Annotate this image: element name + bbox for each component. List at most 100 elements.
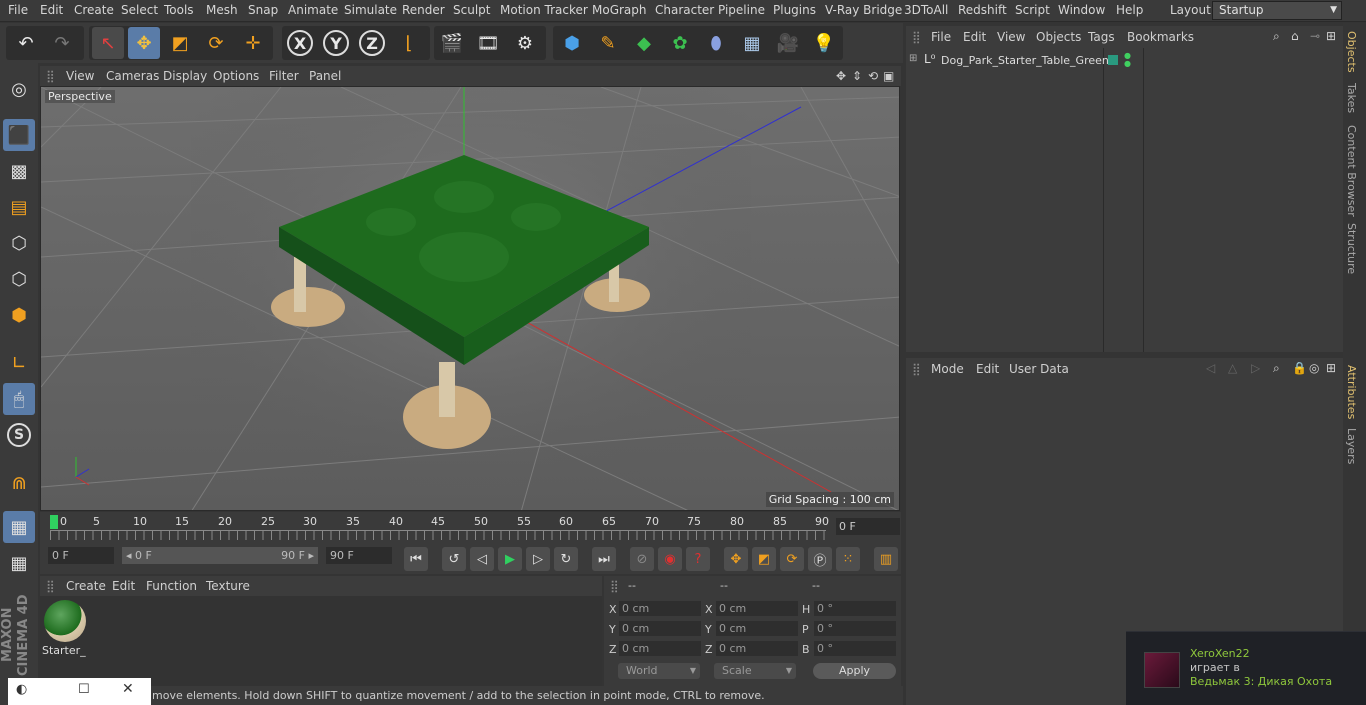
size-y-field[interactable]: 0 cm [716, 621, 798, 636]
rotation-p-field[interactable]: 0 ° [814, 621, 896, 636]
move-last-icon[interactable]: ✛ [237, 27, 269, 59]
floor-icon[interactable]: ▦ [736, 27, 768, 59]
menu-character[interactable]: Character [655, 3, 714, 17]
menu-plugins[interactable]: Plugins [773, 3, 816, 17]
menu-tools[interactable]: Tools [164, 3, 194, 17]
layer-color-swatch[interactable] [1108, 55, 1118, 65]
select-icon[interactable]: ↖ [92, 27, 124, 59]
deformer-icon[interactable]: ⬮ [700, 27, 732, 59]
menu-select[interactable]: Select [121, 3, 158, 17]
menu-file[interactable]: File [8, 3, 28, 17]
snap-grid-icon[interactable]: ▦ [3, 511, 35, 543]
menu-3dtoall[interactable]: 3DToAll [904, 3, 948, 17]
position-y-field[interactable]: 0 cm [619, 621, 701, 636]
texture-mode-icon[interactable]: ▩ [3, 155, 35, 187]
key-scale-icon[interactable]: ◩ [752, 547, 776, 571]
cube-icon[interactable]: ⬢ [556, 27, 588, 59]
mat-menu-function[interactable]: Function [146, 579, 197, 593]
tab-takes[interactable]: Takes [1345, 83, 1358, 113]
om-menu-edit[interactable]: Edit [963, 30, 986, 44]
subdivision-icon[interactable]: ◆ [628, 27, 660, 59]
tweak-mode-icon[interactable]: 🖱 [3, 383, 35, 415]
prev-key-icon[interactable]: ↺ [442, 547, 466, 571]
move-icon[interactable]: ✥ [128, 27, 160, 59]
am-menu-mode[interactable]: Mode [931, 362, 964, 376]
undo-icon[interactable]: ↶ [10, 27, 42, 59]
tab-layers[interactable]: Layers [1345, 428, 1358, 464]
menu-redshift[interactable]: Redshift [958, 3, 1007, 17]
vp-menu-panel[interactable]: Panel [309, 69, 341, 83]
key-parameter-icon[interactable]: Ⓟ [808, 547, 832, 571]
key-rotation-icon[interactable]: ⟳ [780, 547, 804, 571]
goto-start-icon[interactable]: ⏮ [404, 547, 428, 571]
model-mode-icon[interactable]: ⬛ [3, 119, 35, 151]
back-icon[interactable]: ⊸ [1310, 29, 1320, 43]
render-view-icon[interactable]: 🎬 [436, 27, 468, 59]
keyframe-selection-icon[interactable]: ? [686, 547, 710, 571]
tab-attributes[interactable]: Attributes [1345, 365, 1358, 419]
menu-pipeline[interactable]: Pipeline [718, 3, 765, 17]
end-frame-field[interactable]: 90 F [326, 547, 392, 564]
am-menu-user-data[interactable]: User Data [1009, 362, 1069, 376]
vp-menu-filter[interactable]: Filter [269, 69, 299, 83]
steam-notification[interactable]: XeroXen22 играет в Ведьмак 3: Дикая Охот… [1126, 631, 1366, 705]
current-frame-field[interactable]: 0 F [836, 518, 900, 535]
playhead[interactable] [50, 515, 58, 529]
menu-script[interactable]: Script [1015, 3, 1050, 17]
forward-arrow-icon[interactable]: ▷ [1251, 361, 1260, 375]
start-frame-field[interactable]: 0 F [48, 547, 114, 564]
object-name[interactable]: Dog_Park_Starter_Table_Green [941, 54, 1109, 67]
menu-window[interactable]: Window [1058, 3, 1105, 17]
new-panel-icon[interactable]: ⊞ [1326, 29, 1336, 43]
cloner-icon[interactable]: ✿ [664, 27, 696, 59]
polygons-mode-icon[interactable]: ⬢ [3, 299, 35, 331]
tab-structure[interactable]: Structure [1345, 223, 1358, 274]
menu-snap[interactable]: Snap [248, 3, 278, 17]
om-menu-tags[interactable]: Tags [1088, 30, 1115, 44]
rotation-h-field[interactable]: 0 ° [814, 601, 896, 616]
world-coords-icon[interactable]: ⌊ [393, 27, 425, 59]
light-icon[interactable]: 💡 [808, 27, 840, 59]
maximize-view-icon[interactable]: ▣ [883, 69, 894, 83]
om-menu-bookmarks[interactable]: Bookmarks [1127, 30, 1194, 44]
am-menu-edit[interactable]: Edit [976, 362, 999, 376]
menu-mograph[interactable]: MoGraph [592, 3, 647, 17]
orbit-icon[interactable]: ⟲ [868, 69, 878, 83]
record-keys-icon[interactable]: ⊘ [630, 547, 654, 571]
autokey-icon[interactable]: ◉ [658, 547, 682, 571]
tab-objects[interactable]: Objects [1345, 31, 1358, 73]
goto-end-icon[interactable]: ⏭ [592, 547, 616, 571]
layout-dropdown[interactable]: Startup ▼ [1212, 1, 1342, 20]
camera-icon[interactable]: 🎥 [772, 27, 804, 59]
prev-frame-icon[interactable]: ◁ [470, 547, 494, 571]
menu-vray-bridge[interactable]: V-Ray Bridge [825, 3, 902, 17]
x-axis-icon[interactable]: X [284, 27, 316, 59]
size-z-field[interactable]: 0 cm [716, 641, 798, 656]
menu-render[interactable]: Render [402, 3, 445, 17]
search-icon[interactable]: ⌕ [1273, 29, 1280, 44]
next-frame-icon[interactable]: ▷ [526, 547, 550, 571]
pen-icon[interactable]: ✎ [592, 27, 624, 59]
mat-menu-create[interactable]: Create [66, 579, 106, 593]
close-icon[interactable]: ✕ [122, 681, 134, 697]
visibility-dots-icon[interactable]: ● ● [1124, 52, 1131, 68]
object-row[interactable]: ⊞ L⁰ Dog_Park_Starter_Table_Green ● ● [906, 50, 1343, 72]
menu-create[interactable]: Create [74, 3, 114, 17]
om-menu-objects[interactable]: Objects [1036, 30, 1081, 44]
y-axis-icon[interactable]: Y [320, 27, 352, 59]
material-preview[interactable] [44, 600, 86, 642]
edges-mode-icon[interactable]: ⬡ [3, 263, 35, 295]
render-settings-icon[interactable]: ⚙ [509, 27, 541, 59]
rotate-icon[interactable]: ⟳ [200, 27, 232, 59]
menu-sculpt[interactable]: Sculpt [453, 3, 490, 17]
new-panel-icon[interactable]: ⊞ [1326, 361, 1336, 375]
maximize-icon[interactable]: ☐ [78, 682, 90, 697]
c4d-window-icon[interactable]: ◐ [16, 682, 27, 697]
key-position-icon[interactable]: ✥ [724, 547, 748, 571]
size-x-field[interactable]: 0 cm [716, 601, 798, 616]
workplane-icon[interactable]: ◎ [3, 73, 35, 105]
position-z-field[interactable]: 0 cm [619, 641, 701, 656]
solo-icon[interactable]: S [3, 419, 35, 451]
menu-simulate[interactable]: Simulate [344, 3, 397, 17]
axis-mode-icon[interactable]: ∟ [3, 347, 35, 379]
